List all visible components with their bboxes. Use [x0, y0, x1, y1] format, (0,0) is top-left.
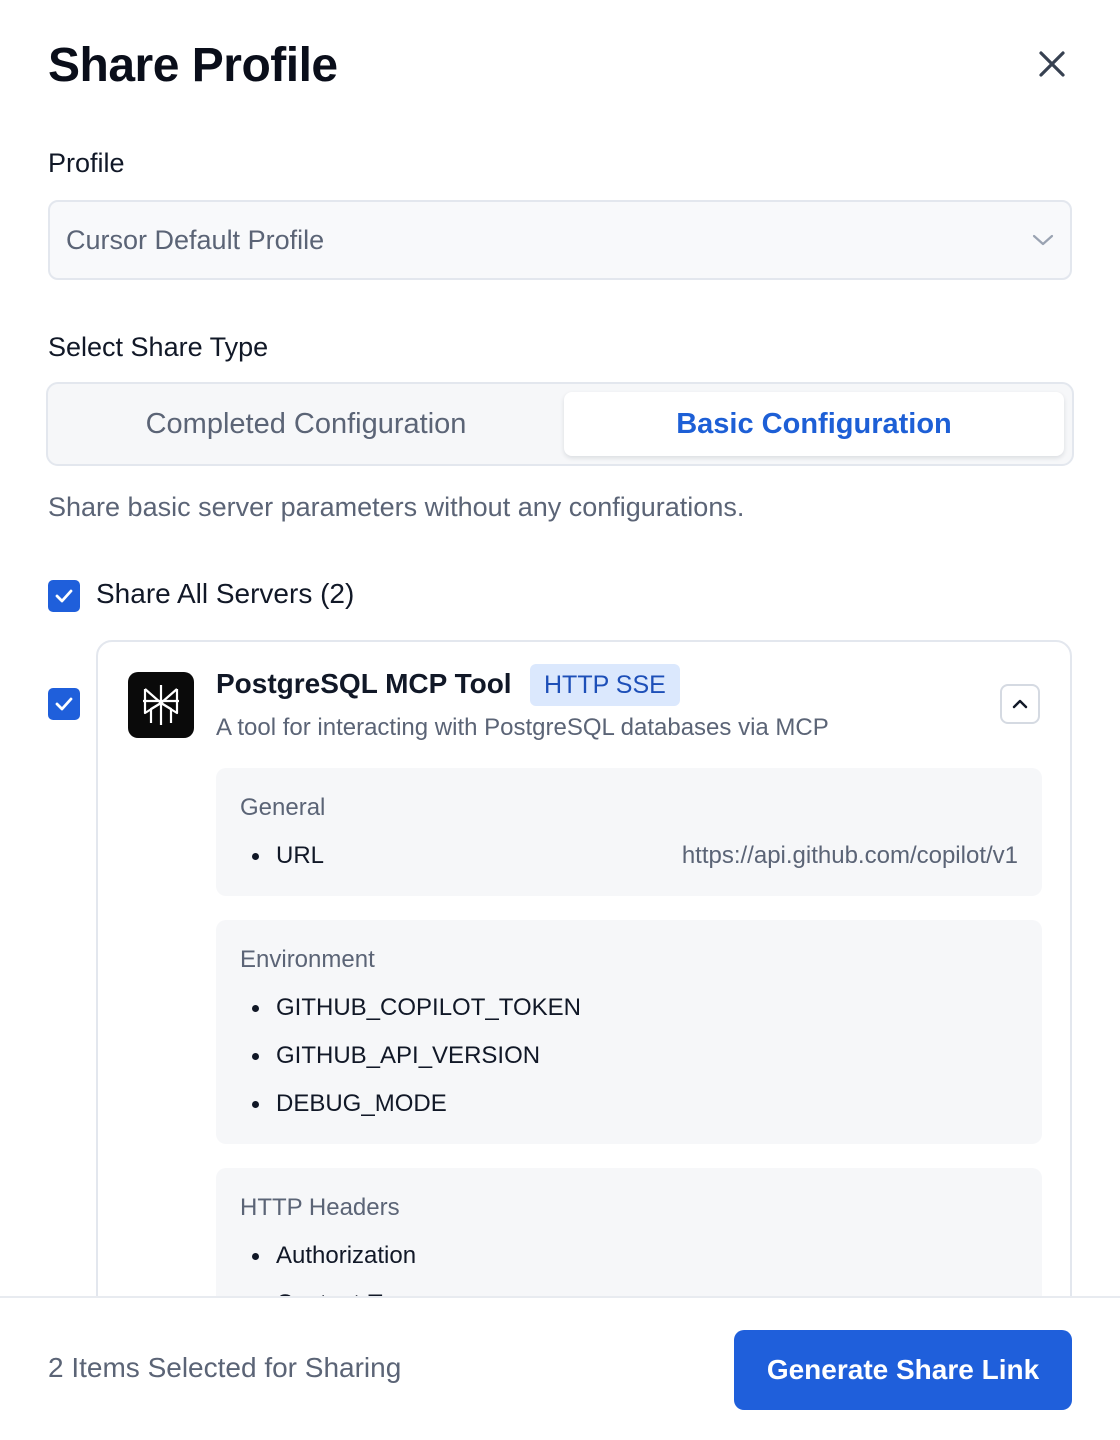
bullet-icon — [252, 1100, 259, 1108]
share-profile-dialog: Share Profile Profile Cursor Default Pro… — [0, 0, 1120, 1440]
chevron-down-icon — [1032, 234, 1054, 246]
profile-select-value: Cursor Default Profile — [66, 224, 325, 255]
share-all-label: Share All Servers (2) — [96, 578, 355, 609]
profile-label: Profile — [48, 148, 125, 178]
close-button[interactable] — [1032, 44, 1072, 84]
collapse-button[interactable] — [1000, 684, 1040, 724]
server-name: PostgreSQL MCP Tool — [216, 668, 512, 699]
list-item: DEBUG_MODE — [252, 1090, 447, 1118]
bullet-icon — [252, 852, 259, 860]
env-var-name: GITHUB_COPILOT_TOKEN — [276, 994, 581, 1021]
server-description: A tool for interacting with PostgreSQL d… — [216, 714, 829, 741]
share-all-checkbox[interactable] — [48, 580, 80, 612]
header-name: Authorization — [276, 1242, 417, 1269]
transport-badge: HTTP SSE — [530, 664, 680, 706]
list-item: GITHUB_API_VERSION — [252, 1042, 540, 1070]
bullet-icon — [252, 1052, 259, 1060]
generate-share-link-button[interactable]: Generate Share Link — [734, 1330, 1072, 1410]
server-card: PostgreSQL MCP Tool HTTP SSE A tool for … — [96, 640, 1072, 1360]
tab-basic-configuration[interactable]: Basic Configuration — [564, 392, 1064, 456]
bullet-icon — [252, 1004, 259, 1012]
server-checkbox[interactable] — [48, 688, 80, 720]
environment-section: Environment GITHUB_COPILOT_TOKEN GITHUB_… — [216, 920, 1042, 1144]
server-logo — [128, 672, 194, 738]
section-title: HTTP Headers — [240, 1194, 400, 1221]
env-var-name: DEBUG_MODE — [276, 1090, 447, 1117]
checkmark-icon — [55, 589, 73, 603]
share-type-toggle: Completed Configuration Basic Configurat… — [46, 382, 1074, 466]
dialog-footer: 2 Items Selected for Sharing Generate Sh… — [0, 1296, 1120, 1440]
section-title: Environment — [240, 946, 375, 973]
profile-select[interactable]: Cursor Default Profile — [48, 200, 1072, 280]
env-var-name: GITHUB_API_VERSION — [276, 1042, 541, 1069]
url-key: URL — [276, 842, 325, 869]
section-title: General — [240, 794, 326, 821]
general-section: General URL https://api.github.com/copil… — [216, 768, 1042, 896]
share-type-label: Select Share Type — [48, 332, 269, 362]
bullet-icon — [252, 1252, 259, 1260]
chevron-up-icon — [1012, 699, 1028, 709]
share-type-description: Share basic server parameters without an… — [48, 492, 745, 522]
url-value: https://api.github.com/copilot/v1 — [681, 842, 1018, 869]
checkmark-icon — [55, 697, 73, 711]
tab-completed-configuration[interactable]: Completed Configuration — [56, 392, 556, 456]
list-item: GITHUB_COPILOT_TOKEN — [252, 994, 581, 1022]
list-item: URL — [252, 842, 324, 870]
list-item: Authorization — [252, 1242, 416, 1270]
selected-count-text: 2 Items Selected for Sharing — [48, 1352, 402, 1383]
close-icon — [1039, 51, 1065, 77]
dialog-title: Share Profile — [48, 39, 338, 92]
perplexity-logo-icon — [143, 685, 179, 725]
